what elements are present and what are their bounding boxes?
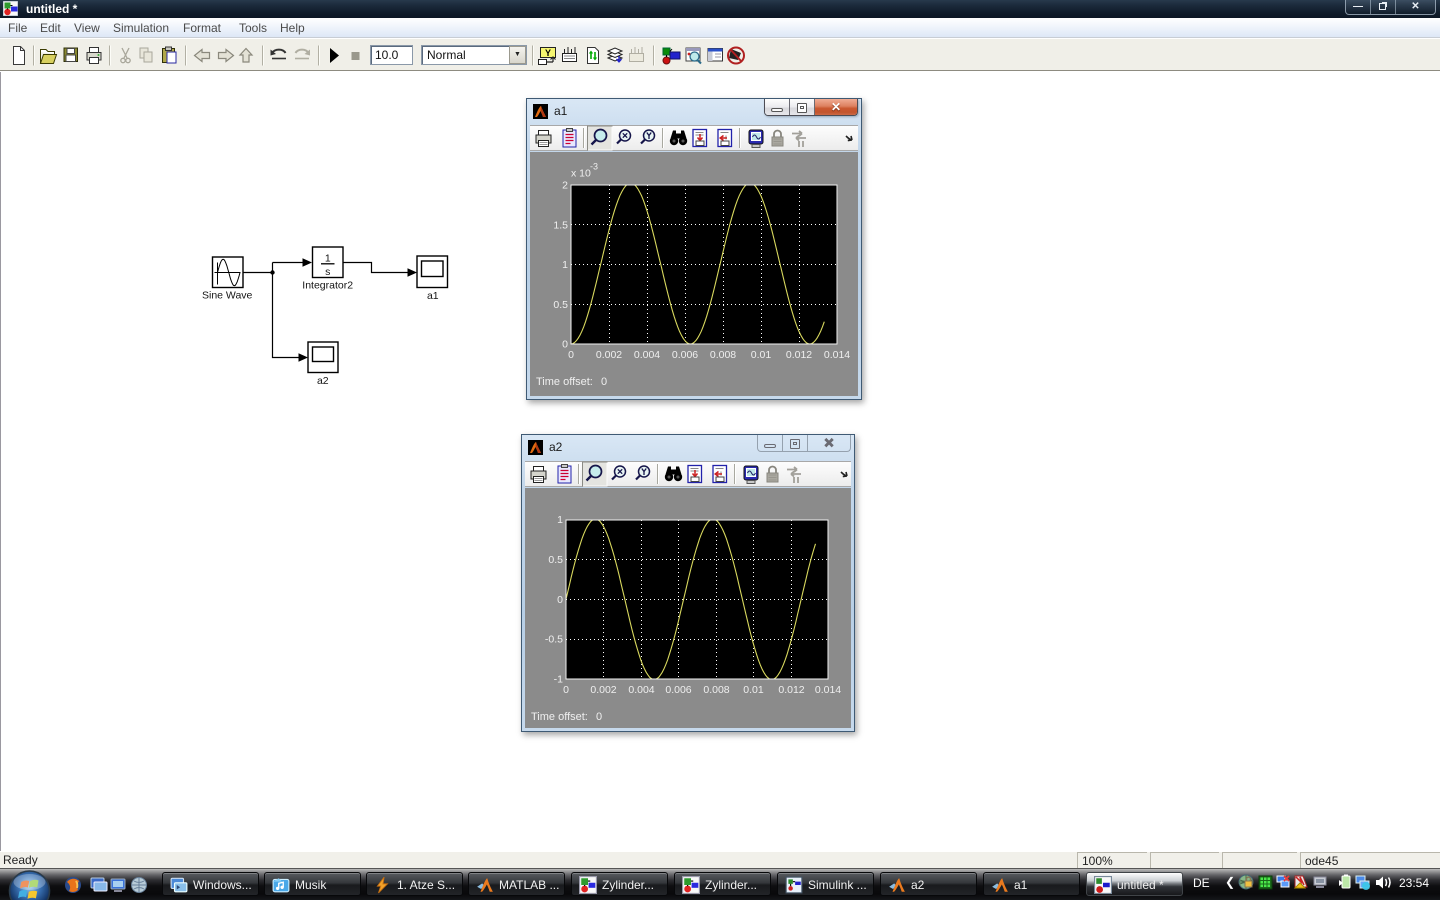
svg-text:1.5: 1.5 [553,219,568,231]
svg-text:0: 0 [568,349,574,361]
svg-text:0.5: 0.5 [548,554,563,566]
svg-text:Time offset:: Time offset: [536,376,593,388]
svg-text:1: 1 [557,514,563,526]
svg-text:0: 0 [601,376,607,388]
svg-text:0.014: 0.014 [824,349,850,361]
svg-text:-0.5: -0.5 [545,634,563,646]
svg-text:0.012: 0.012 [786,349,812,361]
svg-text:Sine Wave: Sine Wave [202,290,253,302]
svg-text:a1: a1 [427,290,439,302]
svg-text:1: 1 [325,253,331,265]
svg-text:x 10: x 10 [571,168,591,180]
svg-text:0.006: 0.006 [665,684,691,696]
svg-text:0.01: 0.01 [743,684,764,696]
svg-text:a2: a2 [317,375,329,387]
svg-text:0.004: 0.004 [634,349,660,361]
svg-text:0.014: 0.014 [815,684,841,696]
svg-text:0.004: 0.004 [628,684,654,696]
svg-text:0: 0 [563,684,569,696]
svg-text:0.002: 0.002 [596,349,622,361]
svg-text:1: 1 [562,259,568,271]
svg-text:-1: -1 [554,674,563,686]
svg-text:0.008: 0.008 [703,684,729,696]
svg-text:Y: Y [545,48,551,58]
svg-text:0.006: 0.006 [672,349,698,361]
svg-text:0: 0 [596,711,602,723]
svg-text:Time offset:: Time offset: [531,711,588,723]
svg-text:0.01: 0.01 [751,349,772,361]
svg-text:-3: -3 [590,162,598,172]
svg-text:Integrator2: Integrator2 [302,280,353,292]
svg-text:2: 2 [562,180,568,192]
svg-text:0: 0 [557,594,563,606]
svg-text:0.5: 0.5 [553,299,568,311]
svg-text:0.002: 0.002 [590,684,616,696]
svg-text:0.012: 0.012 [778,684,804,696]
svg-text:0.008: 0.008 [710,349,736,361]
svg-text:s: s [325,266,330,278]
